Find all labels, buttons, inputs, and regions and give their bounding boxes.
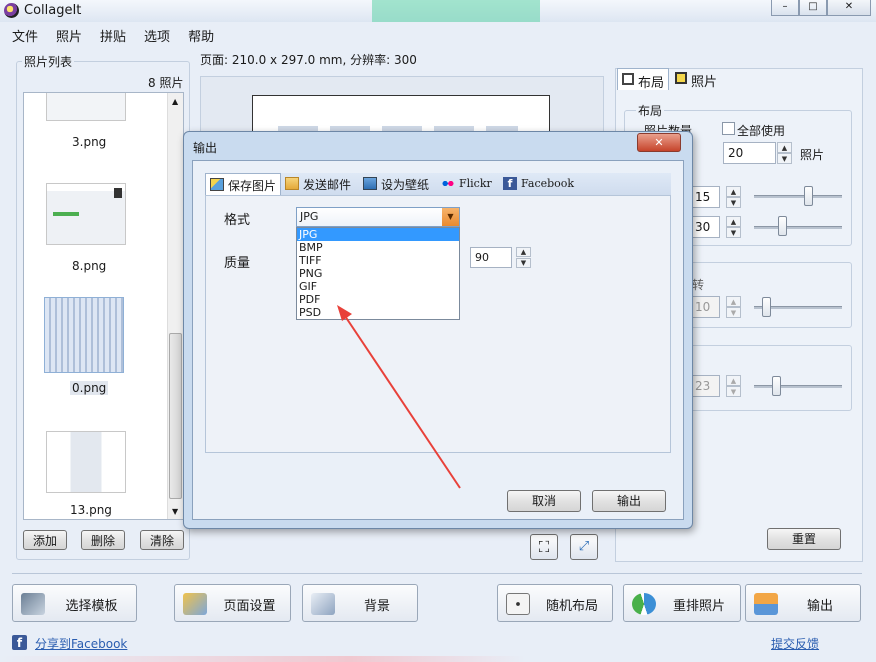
arrow-line [342, 312, 461, 489]
annotation-arrow [337, 305, 461, 489]
arrow-head [337, 305, 352, 321]
